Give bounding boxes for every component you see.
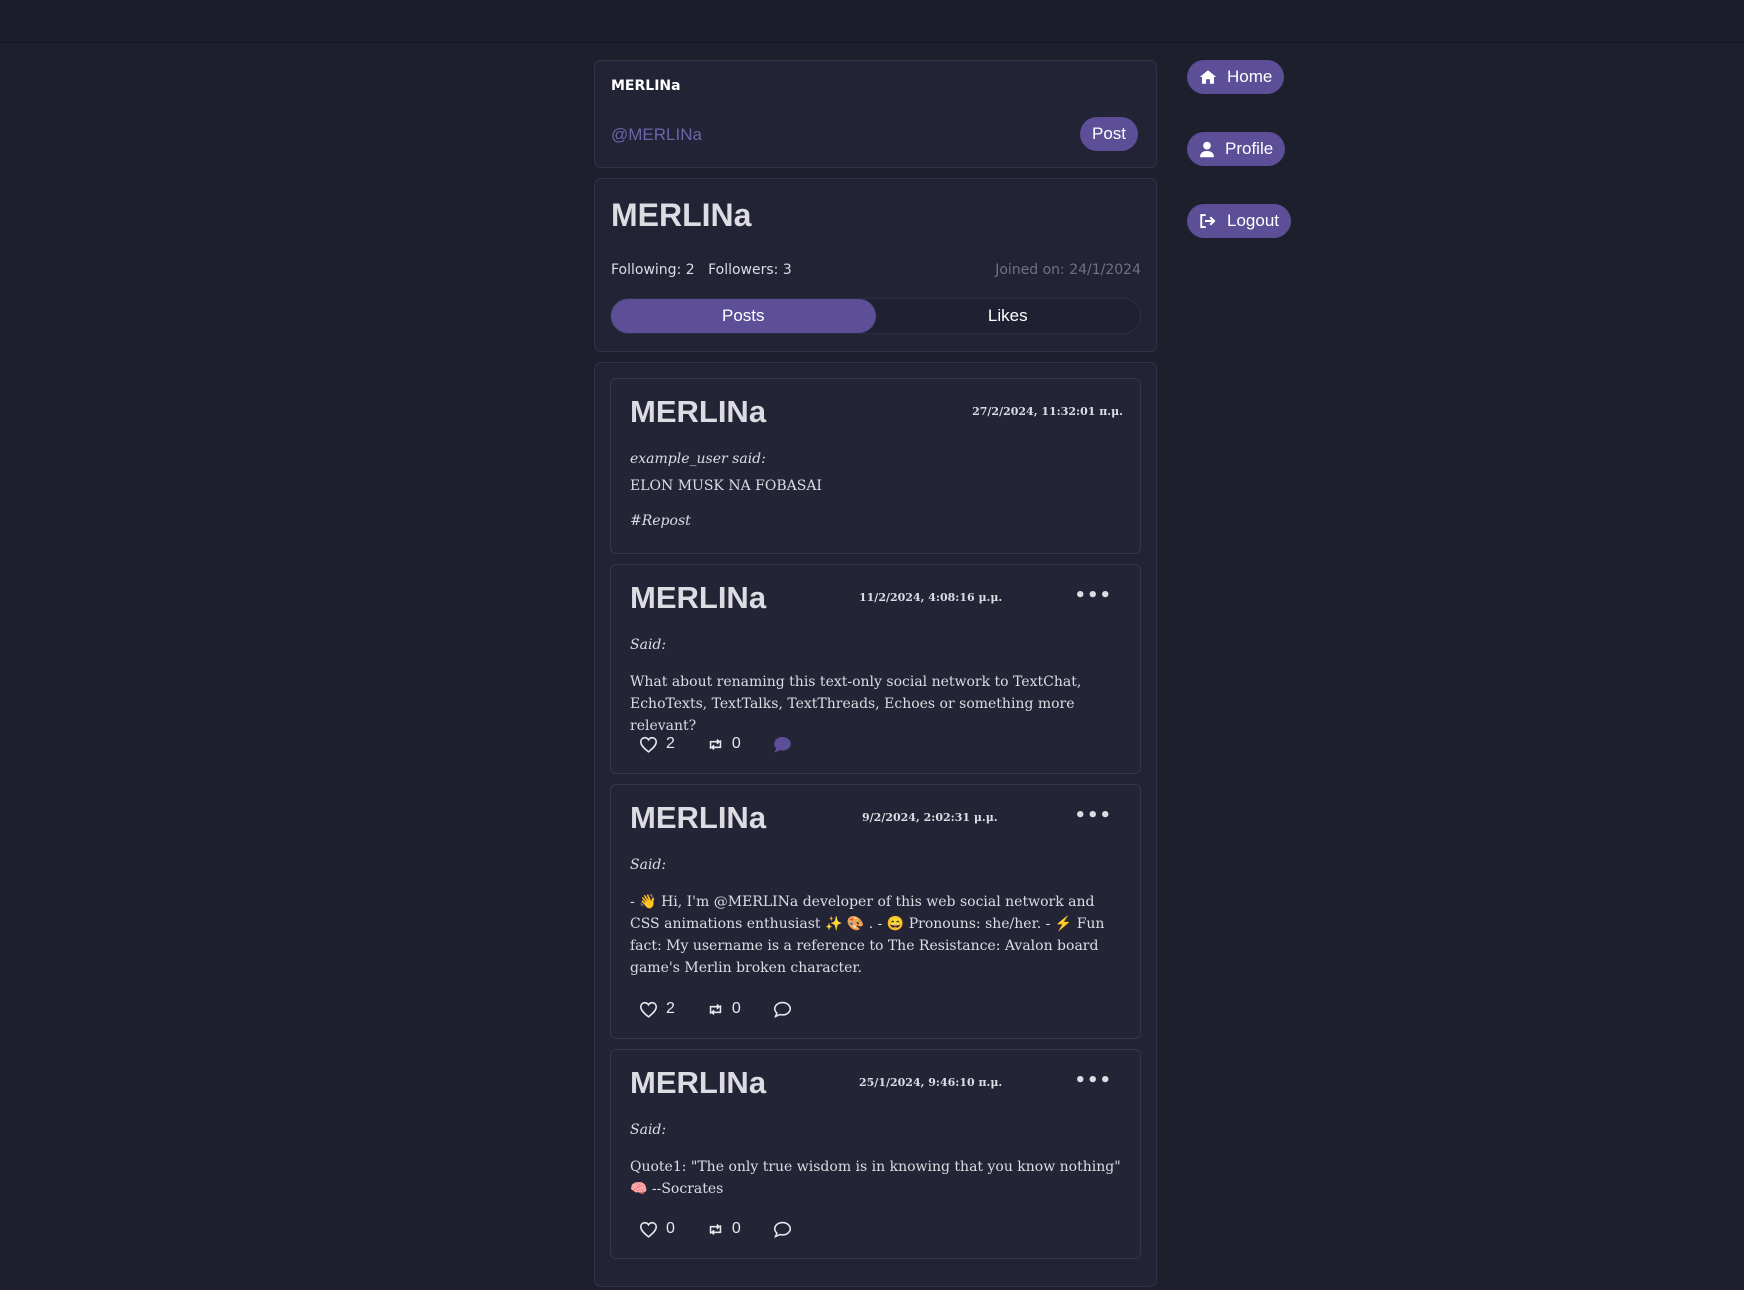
repost-tag: #Repost — [630, 513, 691, 529]
post-said-label: Said: — [630, 1122, 667, 1138]
post-item: MERLINa 27/2/2024, 11:32:01 π.μ. example… — [610, 378, 1141, 554]
comment-button[interactable] — [773, 736, 792, 753]
logout-icon — [1200, 214, 1216, 228]
heart-icon — [639, 1001, 658, 1018]
tab-likes[interactable]: Likes — [876, 299, 1141, 333]
post-actions: 2 0 — [639, 735, 792, 753]
repost-count: 0 — [731, 1000, 741, 1017]
like-count: 2 — [666, 1000, 675, 1017]
post-author[interactable]: MERLINa — [630, 800, 766, 836]
post-date: 9/2/2024, 2:02:31 μ.μ. — [862, 811, 998, 824]
comment-button[interactable] — [773, 1001, 792, 1018]
post-date: 25/1/2024, 9:46:10 π.μ. — [859, 1076, 1003, 1089]
repost-icon — [709, 738, 722, 750]
repost-button[interactable]: 0 — [707, 735, 741, 753]
profile-label: Profile — [1225, 139, 1274, 158]
repost-count: 0 — [731, 1220, 741, 1237]
like-count: 0 — [666, 1220, 675, 1237]
repost-button[interactable]: 0 — [707, 1000, 741, 1018]
post-date: 27/2/2024, 11:32:01 π.μ. — [972, 405, 1123, 418]
post-body: ELON MUSK NA FOBASAI — [630, 478, 822, 494]
like-button[interactable]: 2 — [639, 1000, 675, 1018]
repost-icon — [709, 1223, 722, 1235]
top-bar — [0, 0, 1744, 43]
following-count[interactable]: Following: 2 — [611, 262, 695, 278]
post-said-label: example_user said: — [630, 451, 766, 467]
home-label: Home — [1227, 67, 1273, 86]
main-column: MERLINa @MERLINa Post MERLINa Following:… — [594, 60, 1157, 1287]
user-icon — [1200, 141, 1214, 157]
home-button[interactable]: Home — [1187, 60, 1285, 94]
post-item: MERLINa 25/1/2024, 9:46:10 π.μ. ••• Said… — [610, 1049, 1141, 1259]
profile-card: MERLINa Following: 2 Followers: 3 Joined… — [594, 178, 1157, 352]
composer-handle[interactable]: @MERLINa — [611, 125, 702, 145]
post-item: MERLINa 11/2/2024, 4:08:16 μ.μ. ••• Said… — [610, 564, 1141, 774]
logout-label: Logout — [1227, 211, 1279, 230]
post-body: - 👋 Hi, I'm @MERLINa developer of this w… — [630, 894, 1105, 976]
profile-button[interactable]: Profile — [1187, 132, 1286, 166]
profile-name: MERLINa — [611, 197, 752, 233]
post-actions: 2 0 — [639, 1000, 792, 1018]
post-author[interactable]: MERLINa — [630, 580, 766, 616]
more-options-icon[interactable]: ••• — [1074, 1070, 1112, 1091]
post-body: Quote1: "The only true wisdom is in know… — [630, 1159, 1121, 1197]
comment-icon — [773, 1221, 791, 1238]
joined-date: Joined on: 24/1/2024 — [995, 262, 1141, 278]
like-button[interactable]: 0 — [639, 1220, 675, 1238]
post-item: MERLINa 9/2/2024, 2:02:31 μ.μ. ••• Said:… — [610, 784, 1141, 1039]
composer-card: MERLINa @MERLINa Post — [594, 60, 1157, 168]
post-body: What about renaming this text-only socia… — [630, 674, 1082, 734]
post-actions: 0 0 — [639, 1220, 792, 1238]
post-date: 11/2/2024, 4:08:16 μ.μ. — [859, 591, 1003, 604]
post-author[interactable]: MERLINa — [630, 394, 766, 430]
composer-username: MERLINa — [611, 78, 681, 94]
home-icon — [1199, 70, 1217, 84]
like-count: 2 — [666, 735, 675, 752]
logout-button[interactable]: Logout — [1187, 204, 1291, 238]
heart-icon — [639, 1221, 658, 1238]
post-feed: MERLINa 27/2/2024, 11:32:01 π.μ. example… — [594, 362, 1157, 1287]
comment-icon — [773, 1001, 791, 1018]
post-author[interactable]: MERLINa — [630, 1065, 766, 1101]
followers-count[interactable]: Followers: 3 — [708, 262, 792, 278]
post-said-label: Said: — [630, 857, 667, 873]
repost-button[interactable]: 0 — [707, 1220, 741, 1238]
profile-stats: Following: 2 Followers: 3 — [611, 262, 801, 278]
side-nav: Home Profile Logout — [1187, 60, 1291, 257]
more-options-icon[interactable]: ••• — [1074, 805, 1112, 826]
tab-posts[interactable]: Posts — [611, 299, 876, 333]
comment-button[interactable] — [773, 1221, 792, 1238]
heart-icon — [639, 736, 658, 753]
comment-icon — [774, 736, 791, 753]
repost-count: 0 — [731, 735, 741, 752]
profile-tabs: Posts Likes — [610, 298, 1141, 334]
like-button[interactable]: 2 — [639, 735, 675, 753]
post-said-label: Said: — [630, 637, 667, 653]
more-options-icon[interactable]: ••• — [1074, 585, 1112, 606]
repost-icon — [709, 1003, 722, 1015]
post-button[interactable]: Post — [1080, 117, 1138, 151]
